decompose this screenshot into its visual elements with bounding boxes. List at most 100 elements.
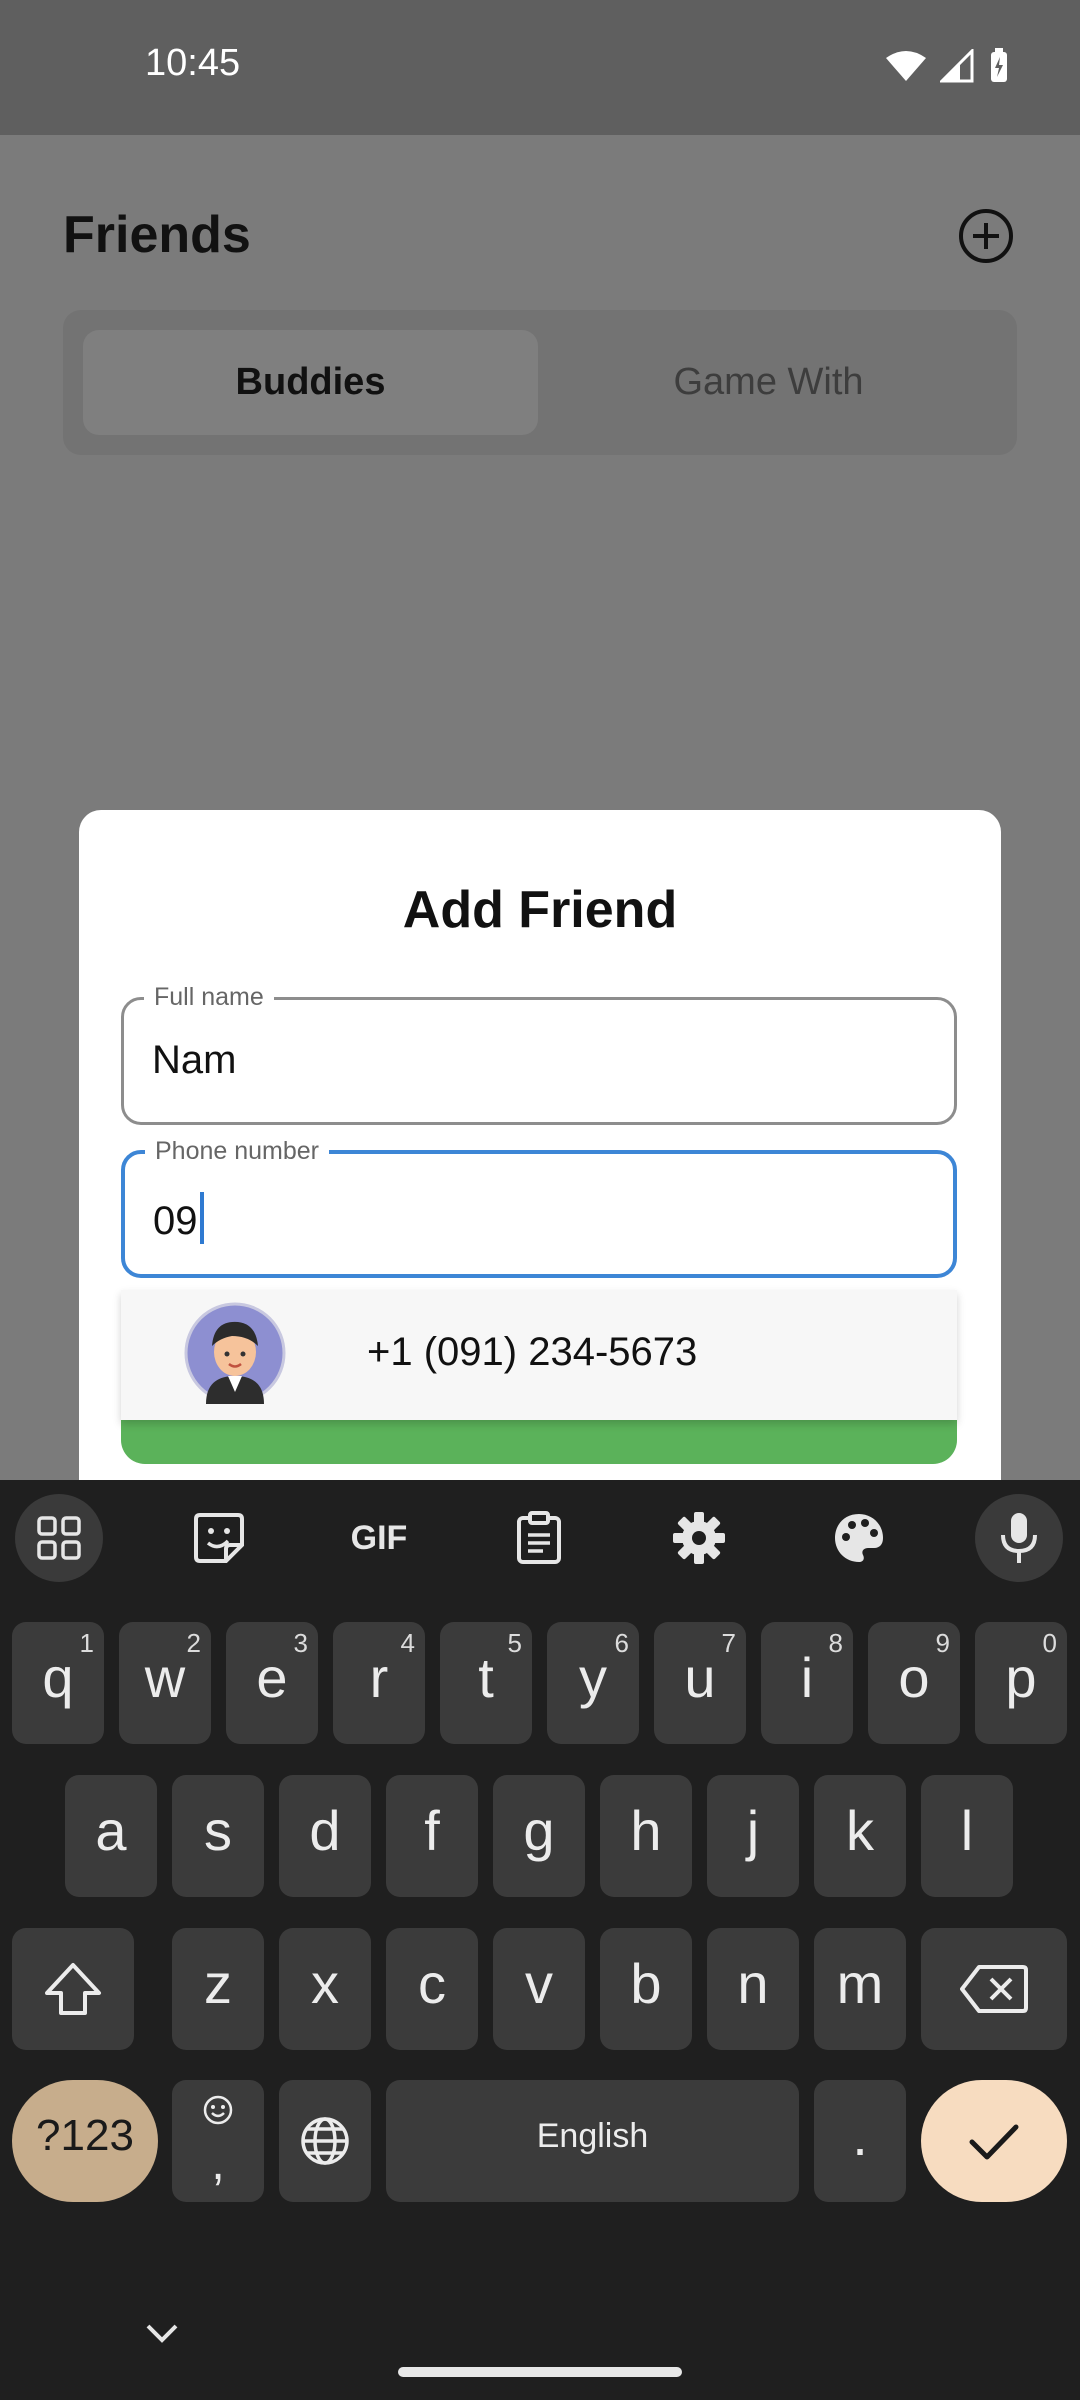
signal-icon xyxy=(940,49,974,83)
key-label: p xyxy=(1005,1646,1037,1709)
phone-number-input[interactable]: 09 xyxy=(153,1192,204,1244)
key-label: n xyxy=(737,1952,769,2015)
status-icons xyxy=(886,48,1010,84)
key-hint: 5 xyxy=(507,1628,522,1658)
segmented-tabs: Buddies Game With xyxy=(63,310,1017,455)
clipboard-icon[interactable] xyxy=(495,1494,583,1582)
key-z[interactable]: z xyxy=(172,1928,264,2050)
keyboard: GIF ?123 , English . q1w2e3r4t5y6u7i8o9p… xyxy=(0,1480,1080,2400)
full-name-label: Full name xyxy=(144,983,274,1012)
key-label: l xyxy=(960,1799,974,1862)
settings-icon[interactable] xyxy=(655,1494,743,1582)
add-friend-icon[interactable] xyxy=(958,208,1014,264)
shift-key[interactable] xyxy=(12,1928,134,2050)
key-f[interactable]: f xyxy=(386,1775,478,1897)
status-time: 10:45 xyxy=(145,42,241,84)
full-name-field[interactable]: Full name Nam xyxy=(121,983,957,1125)
key-label: y xyxy=(579,1646,607,1709)
wifi-icon xyxy=(886,51,926,81)
key-label: i xyxy=(800,1646,814,1709)
space-key[interactable]: English xyxy=(386,2080,799,2202)
page-title: Friends xyxy=(63,206,251,264)
key-label: z xyxy=(204,1952,232,2015)
key-hint: 0 xyxy=(1042,1628,1057,1658)
key-label: f xyxy=(424,1799,440,1862)
language-key[interactable] xyxy=(279,2080,371,2202)
key-label: a xyxy=(95,1799,127,1862)
avatar xyxy=(184,1302,286,1404)
key-label: j xyxy=(746,1799,760,1862)
key-label: w xyxy=(144,1646,186,1709)
phone-number-field[interactable]: Phone number 09 xyxy=(121,1137,957,1278)
key-a[interactable]: a xyxy=(65,1775,157,1897)
key-label: h xyxy=(630,1799,662,1862)
tab-game-with[interactable]: Game With xyxy=(541,330,996,435)
key-w[interactable]: w2 xyxy=(119,1622,211,1744)
key-x[interactable]: x xyxy=(279,1928,371,2050)
key-label: e xyxy=(256,1646,288,1709)
contact-suggestion[interactable]: +1 (091) 234-5673 xyxy=(121,1290,957,1420)
key-label: m xyxy=(836,1952,884,2015)
comma-label: , xyxy=(211,2137,225,2190)
period-key[interactable]: . xyxy=(814,2080,906,2202)
key-e[interactable]: e3 xyxy=(226,1622,318,1744)
key-label: o xyxy=(898,1646,930,1709)
key-v[interactable]: v xyxy=(493,1928,585,2050)
key-h[interactable]: h xyxy=(600,1775,692,1897)
gesture-nav-handle[interactable] xyxy=(398,2367,682,2377)
symbols-key[interactable]: ?123 xyxy=(12,2080,158,2202)
battery-icon xyxy=(991,48,1007,82)
key-label: g xyxy=(523,1799,555,1862)
key-hint: 7 xyxy=(721,1628,736,1658)
key-label: k xyxy=(846,1799,874,1862)
phone-number-value: 09 xyxy=(153,1199,198,1243)
key-p[interactable]: p0 xyxy=(975,1622,1067,1744)
key-g[interactable]: g xyxy=(493,1775,585,1897)
chevron-down-icon[interactable] xyxy=(140,2316,184,2352)
backspace-key[interactable] xyxy=(921,1928,1067,2050)
key-b[interactable]: b xyxy=(600,1928,692,2050)
key-label: d xyxy=(309,1799,341,1862)
add-friend-dialog: Add Friend Full name Nam Phone number 09… xyxy=(79,810,1001,1480)
key-i[interactable]: i8 xyxy=(761,1622,853,1744)
dialog-title: Add Friend xyxy=(402,881,678,939)
key-hint: 6 xyxy=(614,1628,629,1658)
sticker-icon[interactable] xyxy=(175,1494,263,1582)
tab-buddies[interactable]: Buddies xyxy=(83,330,538,435)
key-o[interactable]: o9 xyxy=(868,1622,960,1744)
enter-key[interactable] xyxy=(921,2080,1067,2202)
key-label: q xyxy=(42,1646,74,1709)
key-k[interactable]: k xyxy=(814,1775,906,1897)
key-s[interactable]: s xyxy=(172,1775,264,1897)
gif-icon[interactable]: GIF xyxy=(335,1494,423,1582)
key-d[interactable]: d xyxy=(279,1775,371,1897)
palette-icon[interactable] xyxy=(815,1494,903,1582)
key-t[interactable]: t5 xyxy=(440,1622,532,1744)
full-name-value: Nam xyxy=(152,1038,237,1082)
key-hint: 4 xyxy=(400,1628,415,1658)
mic-icon[interactable] xyxy=(975,1494,1063,1582)
add-button[interactable] xyxy=(121,1420,957,1464)
key-q[interactable]: q1 xyxy=(12,1622,104,1744)
text-cursor xyxy=(199,1192,204,1244)
key-hint: 8 xyxy=(828,1628,843,1658)
key-label: s xyxy=(204,1799,232,1862)
apps-icon[interactable] xyxy=(15,1494,103,1582)
key-u[interactable]: u7 xyxy=(654,1622,746,1744)
key-hint: 1 xyxy=(79,1628,94,1658)
key-c[interactable]: c xyxy=(386,1928,478,2050)
key-n[interactable]: n xyxy=(707,1928,799,2050)
key-label: r xyxy=(369,1646,389,1709)
emoji-comma-key[interactable]: , xyxy=(172,2080,264,2202)
key-hint: 3 xyxy=(293,1628,308,1658)
phone-number-label: Phone number xyxy=(145,1137,330,1166)
key-r[interactable]: r4 xyxy=(333,1622,425,1744)
key-j[interactable]: j xyxy=(707,1775,799,1897)
key-m[interactable]: m xyxy=(814,1928,906,2050)
key-label: c xyxy=(418,1952,446,2015)
key-label: x xyxy=(311,1952,339,2015)
key-y[interactable]: y6 xyxy=(547,1622,639,1744)
key-hint: 2 xyxy=(186,1628,201,1658)
key-label: b xyxy=(630,1952,662,2015)
key-l[interactable]: l xyxy=(921,1775,1013,1897)
